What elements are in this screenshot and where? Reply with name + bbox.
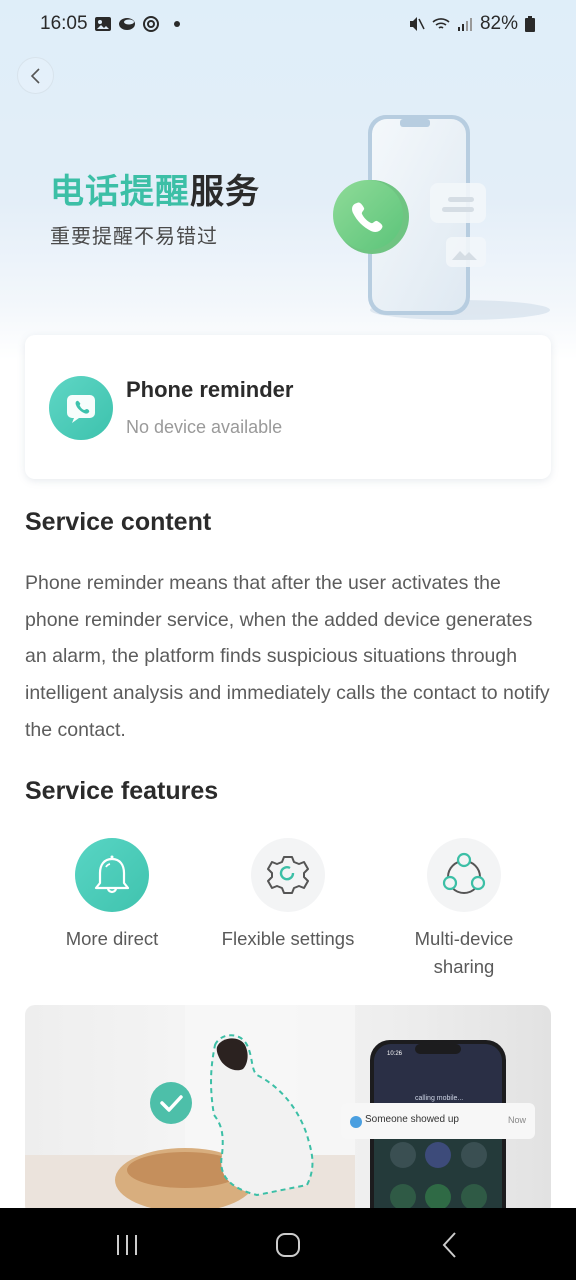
mute-icon	[409, 17, 425, 31]
feature-more-direct: More direct	[24, 838, 200, 953]
hero-subtitle: 重要提醒不易错过	[50, 226, 218, 248]
feature-icon-wrap	[427, 838, 501, 912]
reminder-title: Phone reminder	[126, 377, 294, 402]
promo-notification-text: Someone showed up	[365, 1114, 459, 1125]
reminder-status: No device available	[126, 417, 283, 437]
phone-illustration	[333, 115, 550, 320]
status-time: 16:05	[40, 13, 88, 34]
battery-percent: 82%	[479, 13, 518, 34]
cloud-icon	[118, 18, 135, 30]
feature-multi-device-sharing: Multi-device sharing	[376, 838, 552, 981]
hero-title: 电话提醒服务	[50, 164, 260, 213]
phone-reminder-card[interactable]: Phone reminder No device available	[25, 335, 551, 479]
signal-icon	[457, 18, 472, 31]
sync-icon	[142, 16, 159, 32]
feature-label: Flexible settings	[221, 928, 355, 949]
hero-title-highlight: 电话提醒	[50, 173, 190, 211]
service-features-heading: Service features	[25, 777, 219, 805]
gallery-icon	[94, 17, 111, 31]
back-button[interactable]	[17, 57, 54, 94]
service-content-body: Phone reminder means that after the user…	[25, 572, 550, 741]
chevron-left-icon	[30, 67, 40, 84]
battery-icon	[525, 16, 535, 32]
promo-phone-time: 10:26	[387, 1051, 403, 1057]
feature-icon-wrap	[251, 838, 325, 912]
feature-flexible-settings: Flexible settings	[200, 838, 376, 953]
system-back-button[interactable]	[430, 1228, 470, 1262]
back-icon	[442, 1232, 456, 1258]
feature-label: Multi-device sharing	[414, 928, 514, 977]
promo-image: 10:26 calling mobile... Someone showed u…	[25, 1005, 551, 1215]
promo-calling-text: calling mobile...	[415, 1095, 463, 1102]
bell-icon	[94, 855, 130, 894]
feature-icon-wrap	[75, 838, 149, 912]
hero-title-rest: 服务	[190, 173, 260, 211]
feature-label: More direct	[65, 928, 159, 949]
promo-illustration: 10:26 calling mobile...	[25, 1005, 535, 1215]
status-bar: 16:05 82%	[0, 0, 576, 48]
hero-banner: 16:05 82% 电话提醒服务 重要提醒不易错过	[0, 0, 576, 360]
share-network-icon	[442, 852, 486, 894]
recents-icon	[117, 1235, 137, 1255]
recents-button[interactable]	[107, 1228, 147, 1262]
home-icon	[276, 1233, 300, 1257]
service-content-heading: Service content	[25, 508, 212, 536]
phone-message-icon	[49, 376, 113, 440]
home-button[interactable]	[268, 1228, 308, 1262]
wifi-icon	[432, 18, 450, 29]
gear-icon	[267, 856, 309, 894]
promo-notification-time: Now	[508, 1115, 527, 1125]
system-nav-bar	[0, 1208, 576, 1280]
dot-icon	[173, 21, 180, 27]
